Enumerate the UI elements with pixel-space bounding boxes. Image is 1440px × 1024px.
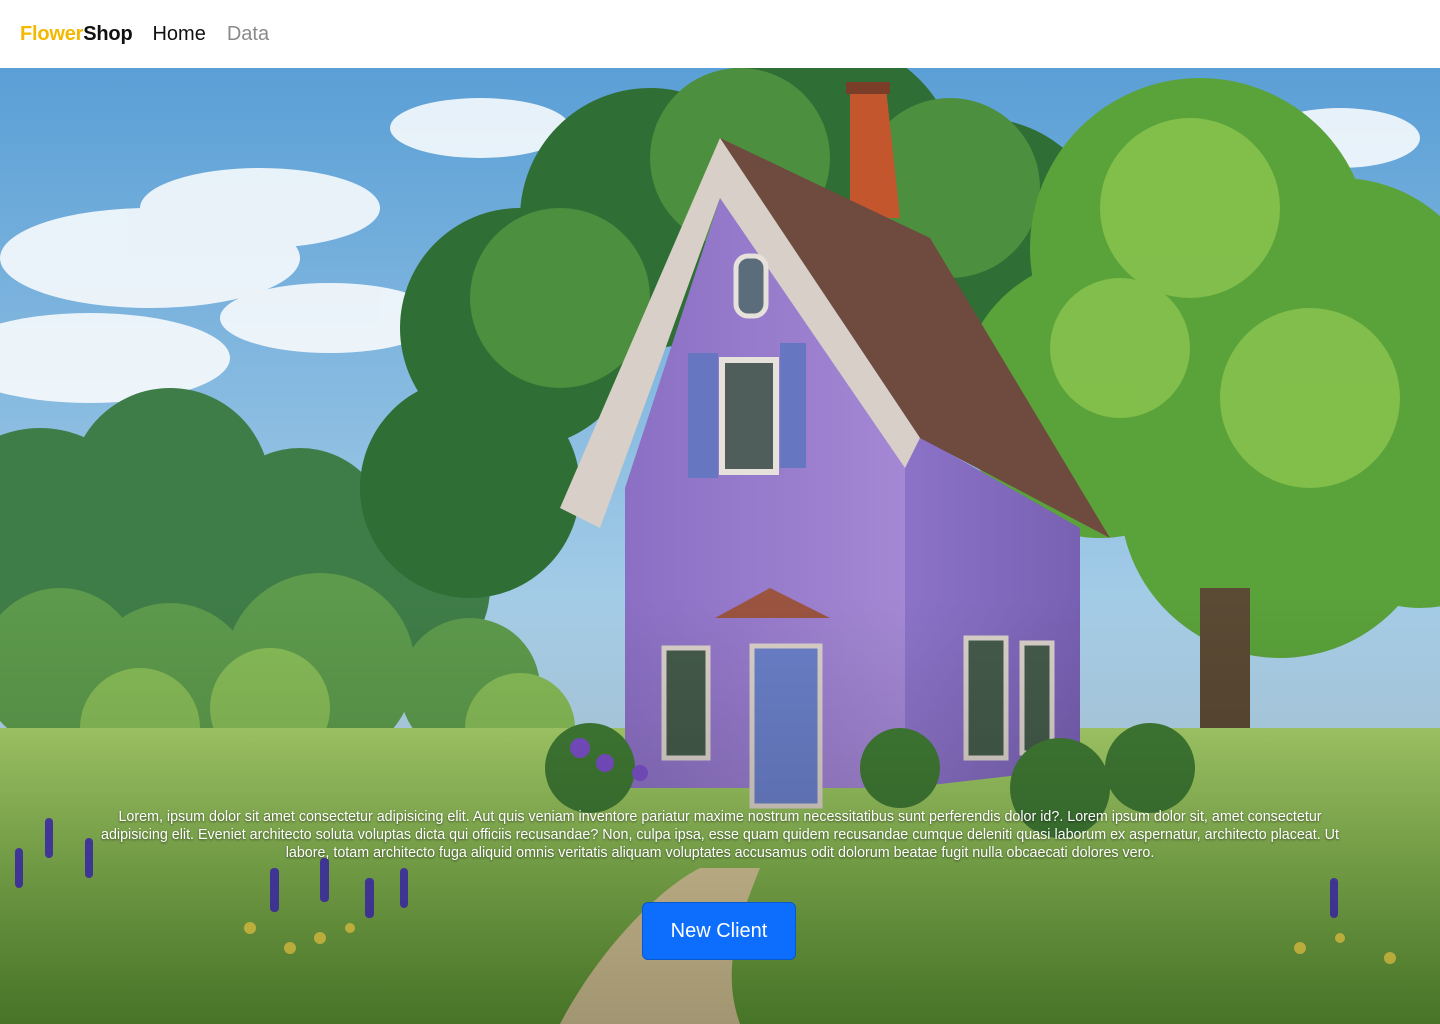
- top-navbar: FlowerShop Home Data: [0, 0, 1440, 68]
- nav-link-data[interactable]: Data: [227, 23, 269, 46]
- hero-description: Lorem, ipsum dolor sit amet consectetur …: [101, 809, 1339, 861]
- hero-background-image: [0, 68, 1440, 1024]
- brand-logo[interactable]: FlowerShop: [20, 22, 133, 46]
- nav-link-home[interactable]: Home: [152, 23, 205, 46]
- brand-name-part1: Flower: [20, 22, 84, 45]
- hero-section: Lorem, ipsum dolor sit amet consectetur …: [0, 68, 1440, 1024]
- brand-name-part2: Shop: [83, 22, 133, 45]
- new-client-button[interactable]: New Client: [642, 902, 796, 960]
